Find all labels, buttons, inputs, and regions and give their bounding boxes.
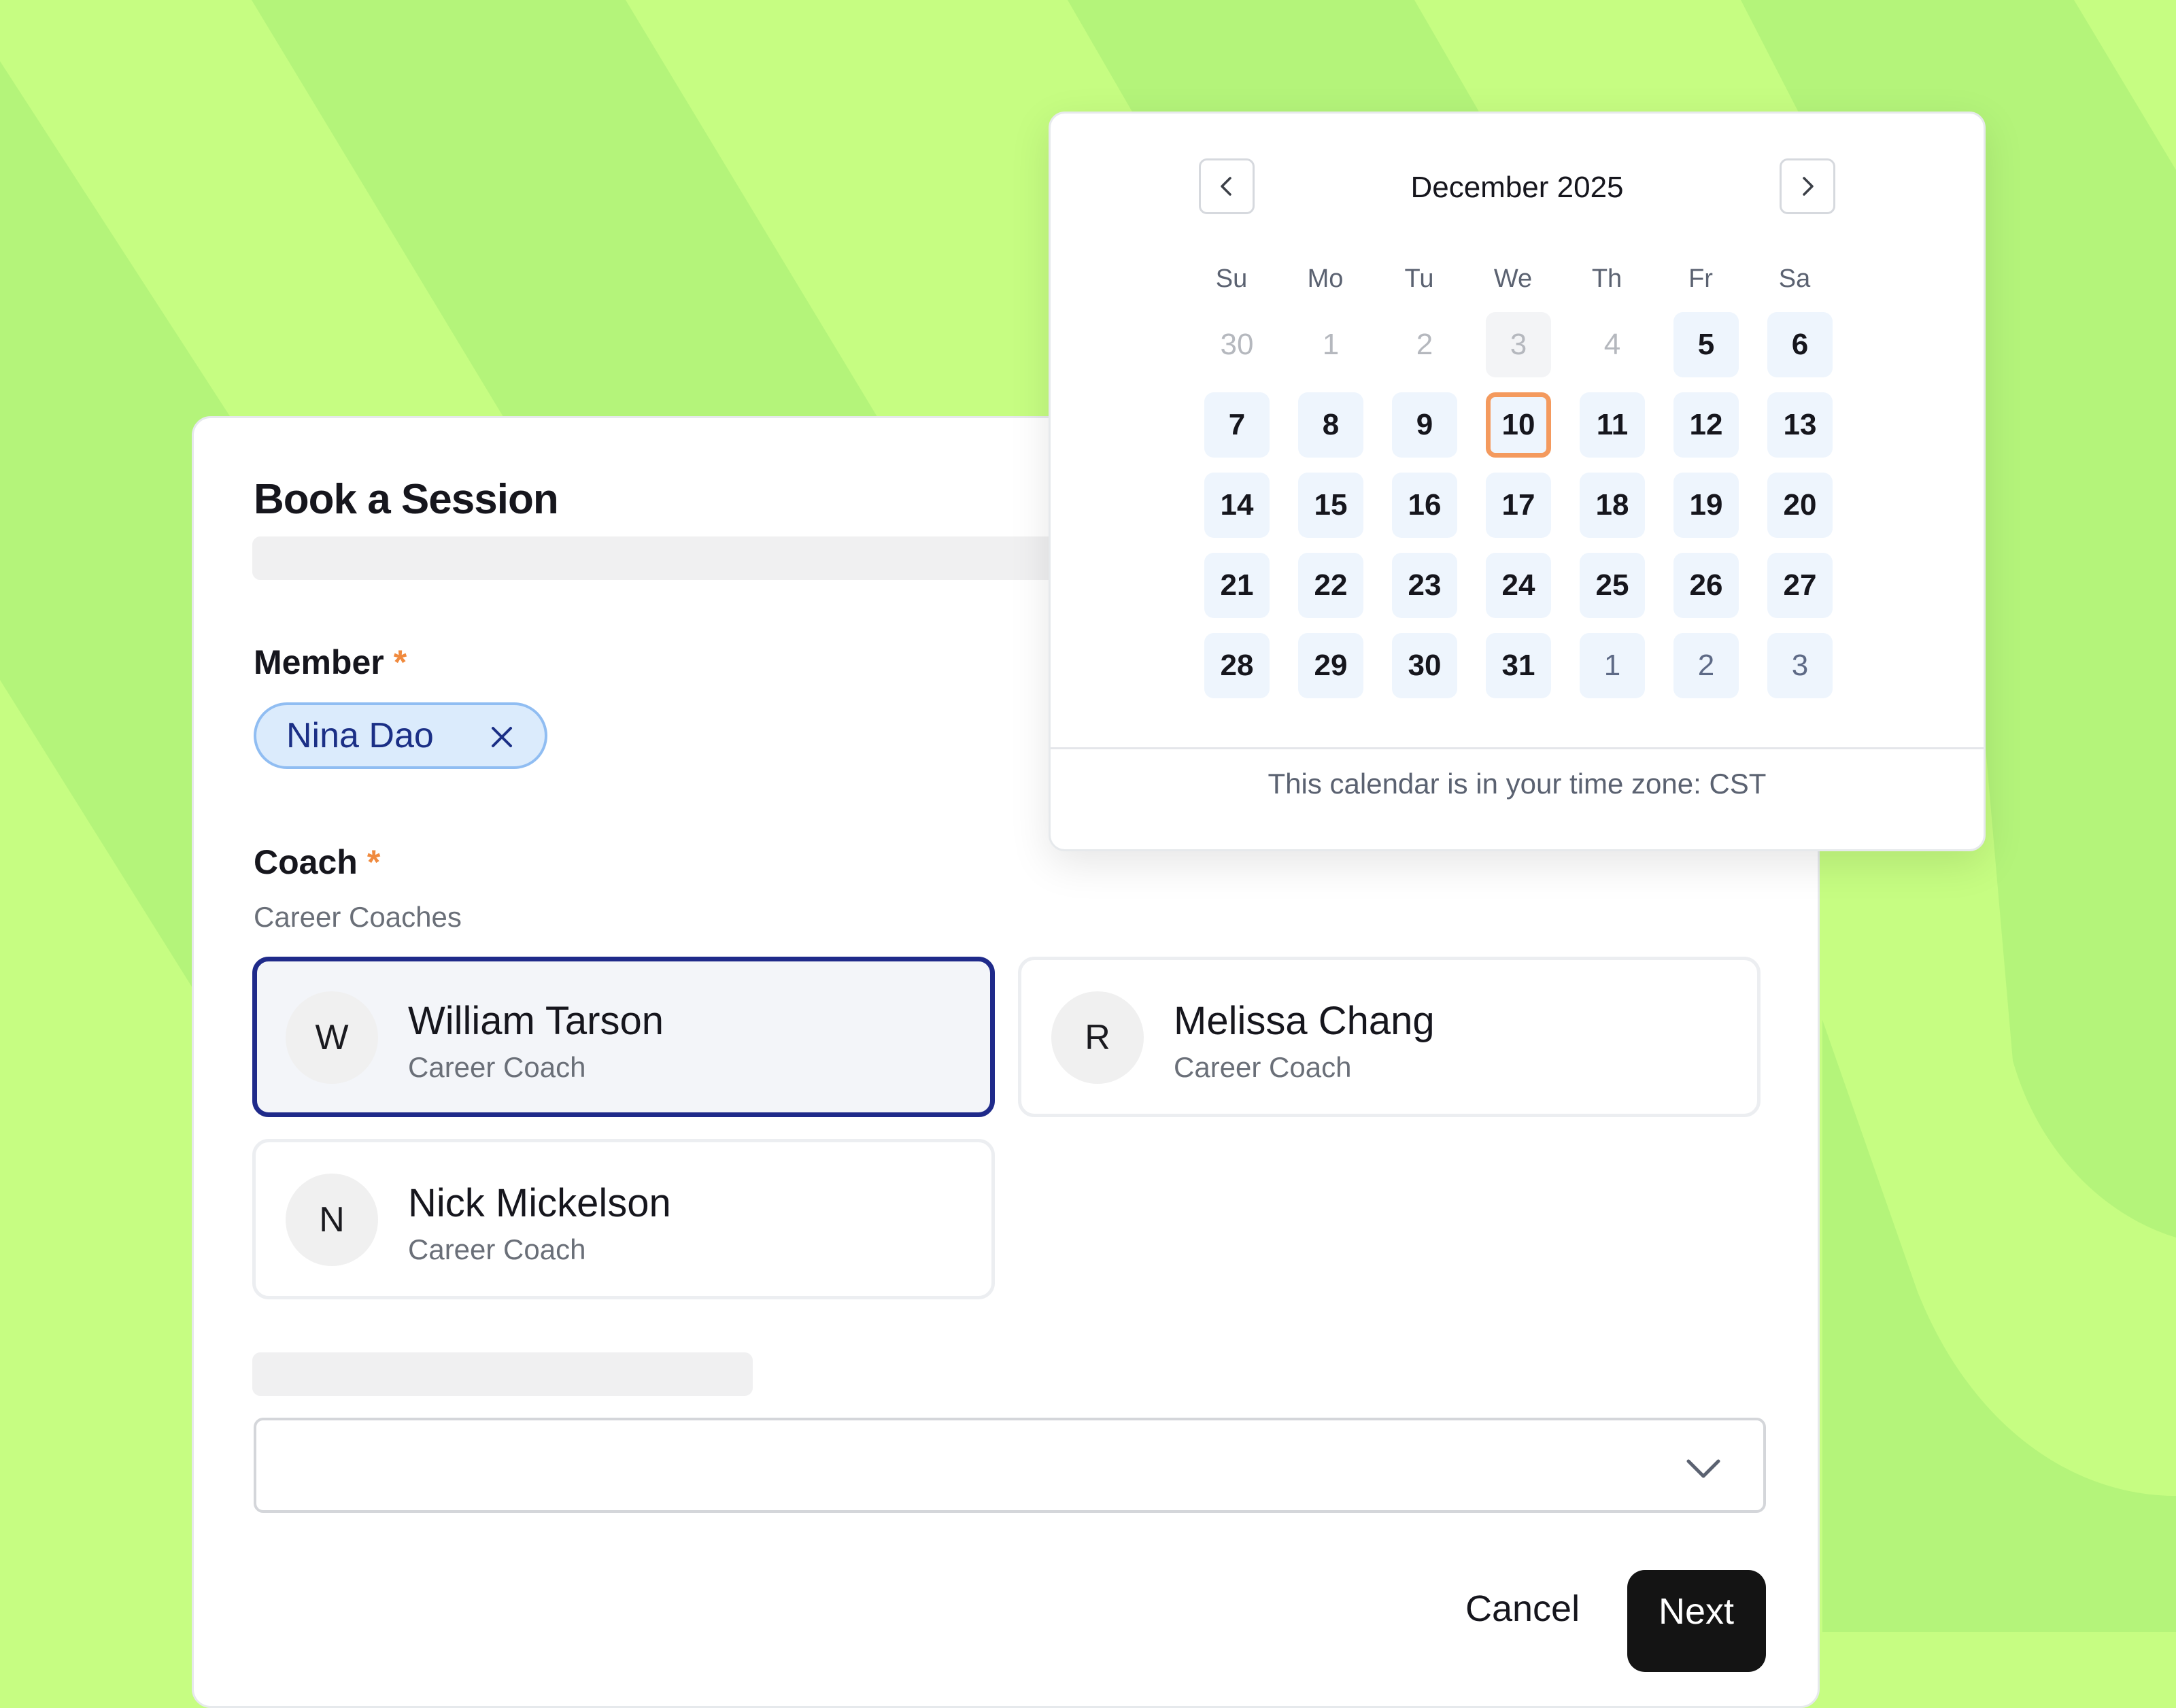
coach-label-text: Coach xyxy=(254,843,358,881)
calendar-day[interactable]: 26 xyxy=(1673,553,1739,618)
weekday-label: Mo xyxy=(1307,264,1344,293)
calendar-day[interactable]: 11 xyxy=(1580,392,1645,458)
calendar-day[interactable]: 27 xyxy=(1767,553,1833,618)
calendar-day[interactable]: 22 xyxy=(1298,553,1363,618)
month-label: December 2025 xyxy=(1410,171,1624,204)
field-label-skeleton xyxy=(252,1352,753,1396)
weekday-label: We xyxy=(1493,264,1533,293)
member-label: Member * xyxy=(254,643,407,682)
calendar-day[interactable]: 9 xyxy=(1392,392,1457,458)
avatar: R xyxy=(1051,991,1144,1084)
chevron-down-icon xyxy=(1686,1459,1720,1478)
page-title: Book a Session xyxy=(254,476,559,523)
calendar-day[interactable]: 20 xyxy=(1767,473,1833,538)
coach-option-william-tarson[interactable]: W William Tarson Career Coach xyxy=(252,957,995,1117)
calendar-day[interactable]: 8 xyxy=(1298,392,1363,458)
calendar-day[interactable]: 30 xyxy=(1392,633,1457,698)
cancel-button[interactable]: Cancel xyxy=(1465,1588,1580,1630)
coach-name: Melissa Chang xyxy=(1174,999,1435,1043)
calendar-day[interactable]: 21 xyxy=(1204,553,1270,618)
calendar-day[interactable]: 14 xyxy=(1204,473,1270,538)
weekday-label: Th xyxy=(1591,264,1622,293)
member-chip[interactable]: Nina Dao xyxy=(254,702,547,769)
calendar-day-past: 3 xyxy=(1486,312,1551,377)
calendar-day-next-month[interactable]: 3 xyxy=(1767,633,1833,698)
calendar-day[interactable]: 29 xyxy=(1298,633,1363,698)
calendar-day[interactable]: 23 xyxy=(1392,553,1457,618)
calendar-day[interactable]: 18 xyxy=(1580,473,1645,538)
calendar-day[interactable]: 16 xyxy=(1392,473,1457,538)
coach-role: Career Coach xyxy=(1174,1051,1352,1083)
required-mark: * xyxy=(367,843,381,881)
calendar-day[interactable]: 19 xyxy=(1673,473,1739,538)
required-mark: * xyxy=(393,643,407,681)
coach-role: Career Coach xyxy=(408,1051,586,1083)
member-label-text: Member xyxy=(254,643,384,681)
avatar: W xyxy=(286,991,378,1084)
calendar-day[interactable]: 15 xyxy=(1298,473,1363,538)
calendar-day[interactable]: 24 xyxy=(1486,553,1551,618)
next-button[interactable]: Next xyxy=(1627,1570,1766,1672)
coach-role: Career Coach xyxy=(408,1233,586,1265)
coach-option-melissa-chang[interactable]: R Melissa Chang Career Coach xyxy=(1018,957,1761,1117)
member-chip-label: Nina Dao xyxy=(286,716,434,755)
calendar-day-next-month[interactable]: 2 xyxy=(1673,633,1739,698)
coach-name: Nick Mickelson xyxy=(408,1181,671,1225)
calendar-day[interactable]: 28 xyxy=(1204,633,1270,698)
session-type-select[interactable] xyxy=(254,1418,1766,1513)
calendar-day[interactable]: 7 xyxy=(1204,392,1270,458)
weekday-label: Su xyxy=(1215,264,1248,293)
date-picker-popover: December 2025 Su Mo Tu We Th Fr Sa 30 1 … xyxy=(1049,112,1986,851)
calendar-day[interactable]: 25 xyxy=(1580,553,1645,618)
weekday-label: Sa xyxy=(1778,264,1811,293)
timezone-note: This calendar is in your time zone: CST xyxy=(1268,768,1767,800)
calendar-day[interactable]: 12 xyxy=(1673,392,1739,458)
calendar-day[interactable]: 5 xyxy=(1673,312,1739,377)
calendar-day[interactable]: 17 xyxy=(1486,473,1551,538)
weekday-label: Fr xyxy=(1688,264,1713,293)
next-month-button[interactable] xyxy=(1780,158,1835,214)
calendar-day-past: 2 xyxy=(1416,328,1433,361)
calendar-day-past: 1 xyxy=(1322,328,1340,361)
calendar-day[interactable]: 13 xyxy=(1767,392,1833,458)
chevron-right-icon xyxy=(1803,177,1814,196)
coach-group-label: Career Coaches xyxy=(254,901,462,933)
calendar-day[interactable]: 31 xyxy=(1486,633,1551,698)
calendar-day-next-month[interactable]: 1 xyxy=(1580,633,1645,698)
weekday-label: Tu xyxy=(1404,264,1434,293)
divider xyxy=(1051,747,1984,749)
coach-option-nick-mickelson[interactable]: N Nick Mickelson Career Coach xyxy=(252,1139,995,1299)
coach-name: William Tarson xyxy=(408,999,664,1043)
avatar: N xyxy=(286,1174,378,1266)
calendar-day-past: 4 xyxy=(1603,328,1621,361)
coach-label: Coach * xyxy=(254,842,380,882)
calendar-day-selected[interactable]: 10 xyxy=(1486,392,1551,458)
calendar-day-other-month: 30 xyxy=(1220,328,1254,361)
calendar-day[interactable]: 6 xyxy=(1767,312,1833,377)
close-icon[interactable] xyxy=(489,724,515,750)
